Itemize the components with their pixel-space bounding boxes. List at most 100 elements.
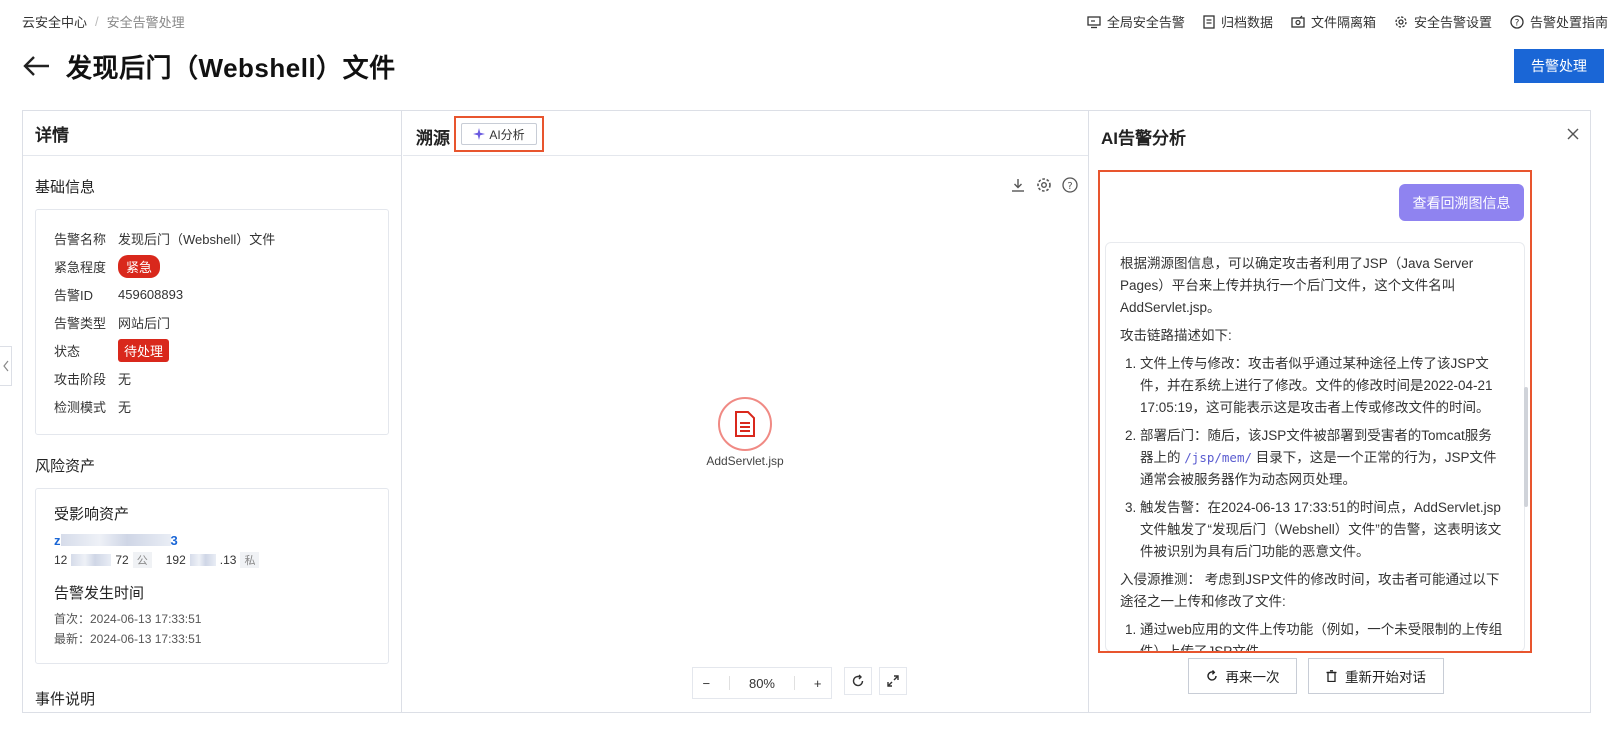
chevron-left-icon xyxy=(2,360,9,372)
svg-text:?: ? xyxy=(1067,181,1072,192)
svg-text:?: ? xyxy=(1515,18,1520,28)
back-arrow-icon[interactable] xyxy=(22,51,52,81)
zoom-control: − 80% + xyxy=(692,667,832,699)
trace-title: 溯源 xyxy=(416,129,450,148)
title-bar: 发现后门（Webshell）文件 xyxy=(22,44,396,88)
ip-line: 12 72 公 192 .13 私 xyxy=(54,550,370,570)
breadcrumb-root[interactable]: 云安全中心 xyxy=(22,12,87,31)
ai-panel-title: AI告警分析 xyxy=(1101,129,1186,148)
file-node-label: AddServlet.jsp xyxy=(706,454,784,468)
reset-view-button[interactable] xyxy=(844,667,872,695)
box-icon xyxy=(1291,15,1305,29)
top-nav: 全局安全告警 归档数据 文件隔离箱 安全告警设置 ? 告警处置指南 xyxy=(1087,12,1608,31)
redacted-block xyxy=(71,554,112,566)
view-trace-info-button[interactable]: 查看回溯图信息 xyxy=(1399,184,1524,221)
nav-guide-label: 告警处置指南 xyxy=(1529,15,1608,30)
list-item: 触发告警：在2024-06-13 17:33:51的时间点，AddServlet… xyxy=(1140,497,1504,563)
zoom-in-button[interactable]: + xyxy=(814,676,822,691)
row-attack-stage: 攻击阶段 无 xyxy=(54,364,370,392)
retry-label: 再来一次 xyxy=(1225,670,1280,685)
row-status: 状态 待处理 xyxy=(54,336,370,364)
nav-alert-settings[interactable]: 安全告警设置 xyxy=(1394,12,1492,31)
handle-alert-button[interactable]: 告警处理 xyxy=(1514,49,1604,83)
fullscreen-button[interactable] xyxy=(879,667,907,695)
ai-analysis-label: AI分析 xyxy=(489,127,525,142)
ai-analysis-button[interactable]: AI分析 xyxy=(461,123,537,145)
row-key: 检测模式 xyxy=(54,399,107,415)
restart-chat-button[interactable]: 重新开始对话 xyxy=(1308,658,1444,694)
divider xyxy=(793,676,795,690)
answer-inference: 入侵源推测： 考虑到JSP文件的修改时间，攻击者可能通过以下途径之一上传和修改了… xyxy=(1120,572,1500,609)
details-panel: 详情 基础信息 告警名称 发现后门（Webshell）文件 紧急程度 紧急 告警… xyxy=(23,111,402,712)
row-key: 告警类型 xyxy=(54,315,107,331)
ai-analysis-panel: AI告警分析 查看回溯图信息 根据溯源图信息，可以确定攻击者利用了JSP（Jav… xyxy=(1090,111,1590,712)
row-key: 攻击阶段 xyxy=(54,371,107,387)
basic-info-title: 基础信息 xyxy=(35,179,96,196)
scrollbar[interactable] xyxy=(1524,387,1528,507)
collapse-sidebar-tab[interactable] xyxy=(0,346,12,386)
nav-global-alerts-label: 全局安全告警 xyxy=(1106,15,1185,30)
nav-archive-label: 归档数据 xyxy=(1220,15,1273,30)
ip-private-end: .13 xyxy=(219,553,237,567)
redacted-block xyxy=(60,534,171,546)
breadcrumb-separator: / xyxy=(95,14,99,29)
risk-asset-card: 受影响资产 z 3 12 72 公 192 .13 私 告警发生时间 首次：20… xyxy=(35,488,389,664)
nav-guide[interactable]: ? 告警处置指南 xyxy=(1510,12,1608,31)
redacted-block xyxy=(189,554,216,566)
breadcrumb: 云安全中心 / 安全告警处理 xyxy=(22,12,185,31)
row-key: 状态 xyxy=(54,343,81,359)
monitor-icon xyxy=(1087,15,1101,29)
row-alert-id: 告警ID 459608893 xyxy=(54,280,370,308)
private-ip-tag: 私 xyxy=(240,552,260,568)
page-title: 发现后门（Webshell）文件 xyxy=(66,52,396,83)
list-item: 通过web应用的文件上传功能（例如，一个未受限制的上传组件）上传了JSP文件。 xyxy=(1140,619,1504,651)
row-alert-type: 告警类型 网站后门 xyxy=(54,308,370,336)
nav-archive[interactable]: 归档数据 xyxy=(1203,12,1273,31)
asset-name-link[interactable]: z 3 xyxy=(54,530,370,550)
row-value: 发现后门（Webshell）文件 xyxy=(118,231,276,247)
help-icon[interactable]: ? xyxy=(1062,177,1078,193)
nav-alert-settings-label: 安全告警设置 xyxy=(1413,15,1492,30)
help-icon: ? xyxy=(1510,14,1524,29)
gear-icon[interactable] xyxy=(1036,177,1052,193)
answer-chain-title: 攻击链路描述如下: xyxy=(1120,328,1232,343)
file-node[interactable] xyxy=(718,397,772,451)
inference-list: 通过web应用的文件上传功能（例如，一个未受限制的上传组件）上传了JSP文件。 xyxy=(1120,619,1504,651)
row-key: 告警名称 xyxy=(54,231,107,247)
risk-asset-title: 风险资产 xyxy=(35,458,96,475)
row-detect-mode: 检测模式 无 xyxy=(54,392,370,420)
gear-icon xyxy=(1394,15,1408,29)
top-bar: 云安全中心 / 安全告警处理 全局安全告警 归档数据 文件隔离箱 安全告警设置 … xyxy=(0,0,1622,40)
nav-quarantine[interactable]: 文件隔离箱 xyxy=(1291,12,1376,31)
refresh-icon xyxy=(1206,670,1218,682)
restart-label: 重新开始对话 xyxy=(1345,670,1426,685)
expand-icon xyxy=(886,674,900,688)
ip-public-start: 12 xyxy=(54,553,68,567)
zoom-out-button[interactable]: − xyxy=(702,676,710,691)
ai-panel-header: AI告警分析 xyxy=(1090,111,1590,156)
nav-global-alerts[interactable]: 全局安全告警 xyxy=(1087,12,1185,31)
refresh-icon xyxy=(851,674,865,688)
details-header: 详情 xyxy=(23,111,401,156)
zoom-level: 80% xyxy=(748,675,775,691)
affected-assets-title: 受影响资产 xyxy=(54,506,130,523)
answer-intro: 根据溯源图信息，可以确定攻击者利用了JSP（Java Server Pages）… xyxy=(1120,256,1474,315)
download-icon[interactable] xyxy=(1010,177,1026,193)
public-ip-tag: 公 xyxy=(132,552,152,568)
row-value: 459608893 xyxy=(118,286,184,302)
row-key: 告警ID xyxy=(54,287,94,303)
sparkle-icon xyxy=(473,128,486,140)
first-seen: 首次：2024-06-13 17:33:51 xyxy=(54,612,202,626)
trace-panel: 溯源 AI分析 ? AddServlet.jsp − 80% + xyxy=(403,111,1089,712)
row-severity: 紧急程度 紧急 xyxy=(54,252,370,280)
retry-button[interactable]: 再来一次 xyxy=(1188,658,1297,694)
row-value: 无 xyxy=(118,399,132,415)
close-icon[interactable] xyxy=(1562,123,1584,145)
event-desc-title: 事件说明 xyxy=(35,691,96,708)
row-value: 网站后门 xyxy=(118,315,171,331)
list-item: 文件上传与修改：攻击者似乎通过某种途径上传了该JSP文件，并在系统上进行了修改。… xyxy=(1140,353,1504,419)
trash-icon xyxy=(1326,670,1337,682)
row-alert-name: 告警名称 发现后门（Webshell）文件 xyxy=(54,224,370,252)
path-code: /jsp/mem/ xyxy=(1184,450,1252,465)
ai-analysis-highlight: AI分析 xyxy=(454,116,544,152)
